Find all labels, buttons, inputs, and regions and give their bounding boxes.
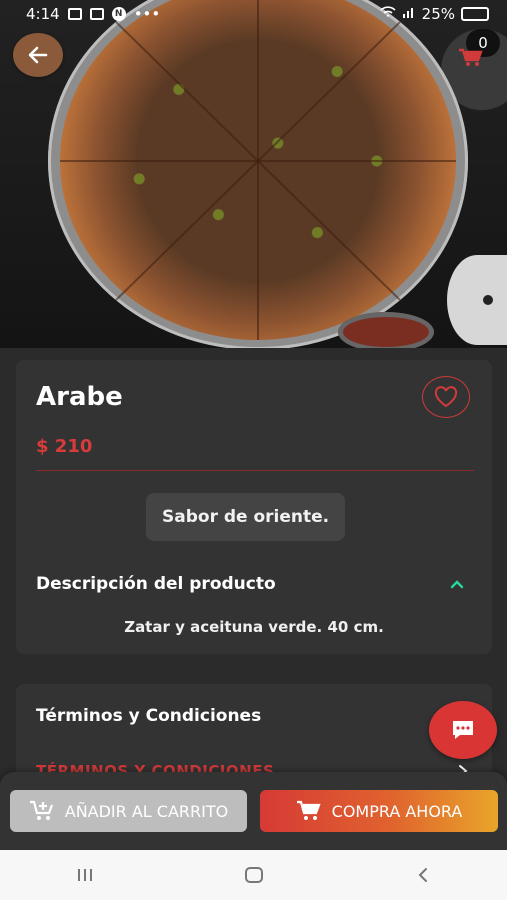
battery-percent: 25% [421,5,455,23]
product-name: Arabe [36,382,123,412]
wifi-icon [380,5,396,23]
price-divider [36,470,474,471]
status-time: 4:14 [26,5,60,23]
chat-icon [453,721,473,739]
shopping-cart-icon [296,800,321,820]
add-to-cart-label: AÑADIR AL CARRITO [64,801,229,821]
product-tagline: Sabor de oriente. [146,493,346,541]
battery-icon [461,7,489,21]
add-cart-icon [29,800,53,820]
notification-badge: N [111,7,126,21]
system-back-button[interactable] [403,860,443,890]
recents-icon [77,869,92,881]
product-image [0,0,507,348]
add-to-cart-button[interactable]: AÑADIR AL CARRITO [10,790,247,832]
buy-now-button[interactable]: COMPRA AHORA [260,790,498,832]
gallery-icon [67,8,82,20]
favorite-button[interactable] [422,376,470,418]
system-nav-bar [0,850,507,900]
product-card: Arabe $ 210 Sabor de oriente. Descripció… [16,360,492,654]
pizza-slice-lines [60,0,456,340]
buy-now-label: COMPRA AHORA [331,801,463,821]
chevron-up-icon[interactable] [448,575,466,593]
home-button[interactable] [234,860,274,890]
cart-icon[interactable] [457,46,483,68]
action-bar: AÑADIR AL CARRITO COMPRA AHORA [0,772,507,850]
system-back-icon [418,868,427,882]
back-button[interactable] [13,33,63,77]
heart-icon [434,386,458,408]
product-price: $ 210 [36,436,93,457]
status-bar: 4:14 N ••• 25% [0,0,507,28]
description-title[interactable]: Descripción del producto [36,574,276,594]
signal-icon [402,5,416,23]
product-description: Zatar y aceituna verde. 40 cm. [124,618,384,636]
back-arrow-icon [28,46,48,64]
pizza-cutter [447,255,507,345]
more-notifications-icon: ••• [133,5,161,23]
chat-button[interactable] [429,701,497,759]
terms-title: Términos y Condiciones [36,706,262,726]
screen-icon [89,8,104,20]
home-icon [244,867,263,883]
recents-button[interactable] [65,860,105,890]
spice-bowl [338,312,434,348]
